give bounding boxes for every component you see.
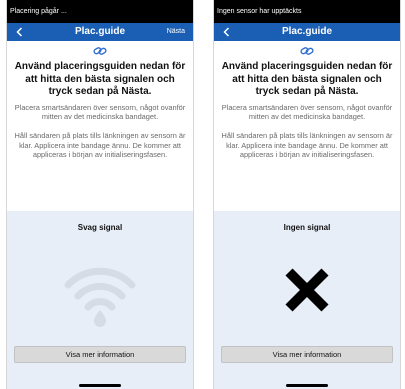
weak-wifi-signal-icon: [60, 257, 140, 332]
placement-instruction: Placera smartsändaren över sensorn, någo…: [221, 102, 393, 122]
navigation-bar: Plac.guide: [214, 23, 400, 41]
page-title: Plac.guide: [281, 26, 332, 37]
link-icon: [13, 46, 187, 56]
phone-screen-no-signal: Ingen sensor har upptäckts Plac.guide An…: [213, 0, 401, 389]
hold-instruction: Håll sändaren på plats tills länkningen …: [221, 130, 393, 160]
guide-content: Använd placeringsguiden nedan för att hi…: [214, 46, 400, 160]
show-more-info-button[interactable]: Visa mer information: [221, 346, 393, 363]
status-text: Ingen sensor har upptäckts: [217, 8, 302, 15]
show-more-info-button[interactable]: Visa mer information: [14, 346, 186, 363]
page-title: Plac.guide: [74, 26, 125, 37]
navigation-bar: Plac.guide Nästa: [7, 23, 193, 41]
status-text: Placering pågår ...: [10, 8, 67, 15]
signal-status-label: Ingen signal: [283, 223, 331, 232]
no-signal-x-icon: [283, 266, 331, 319]
hold-instruction: Håll sändaren på plats tills länkningen …: [14, 130, 186, 160]
instruction-heading: Använd placeringsguiden nedan för att hi…: [14, 61, 186, 97]
guide-content: Använd placeringsguiden nedan för att hi…: [7, 46, 193, 160]
home-indicator: [79, 384, 121, 387]
signal-panel: Ingen signal Visa mer information: [214, 211, 400, 389]
next-button[interactable]: Nästa: [167, 23, 185, 41]
signal-panel: Svag signal Visa mer information: [7, 211, 193, 389]
status-bar: Ingen sensor har upptäckts: [214, 0, 400, 23]
link-icon: [220, 46, 394, 56]
instruction-heading: Använd placeringsguiden nedan för att hi…: [221, 61, 393, 97]
home-indicator: [286, 384, 328, 387]
placement-instruction: Placera smartsändaren över sensorn, någo…: [14, 102, 186, 122]
signal-status-label: Svag signal: [77, 223, 123, 232]
phone-screen-weak-signal: Placering pågår ... Plac.guide Nästa Anv…: [6, 0, 194, 389]
status-bar: Placering pågår ...: [7, 0, 193, 23]
